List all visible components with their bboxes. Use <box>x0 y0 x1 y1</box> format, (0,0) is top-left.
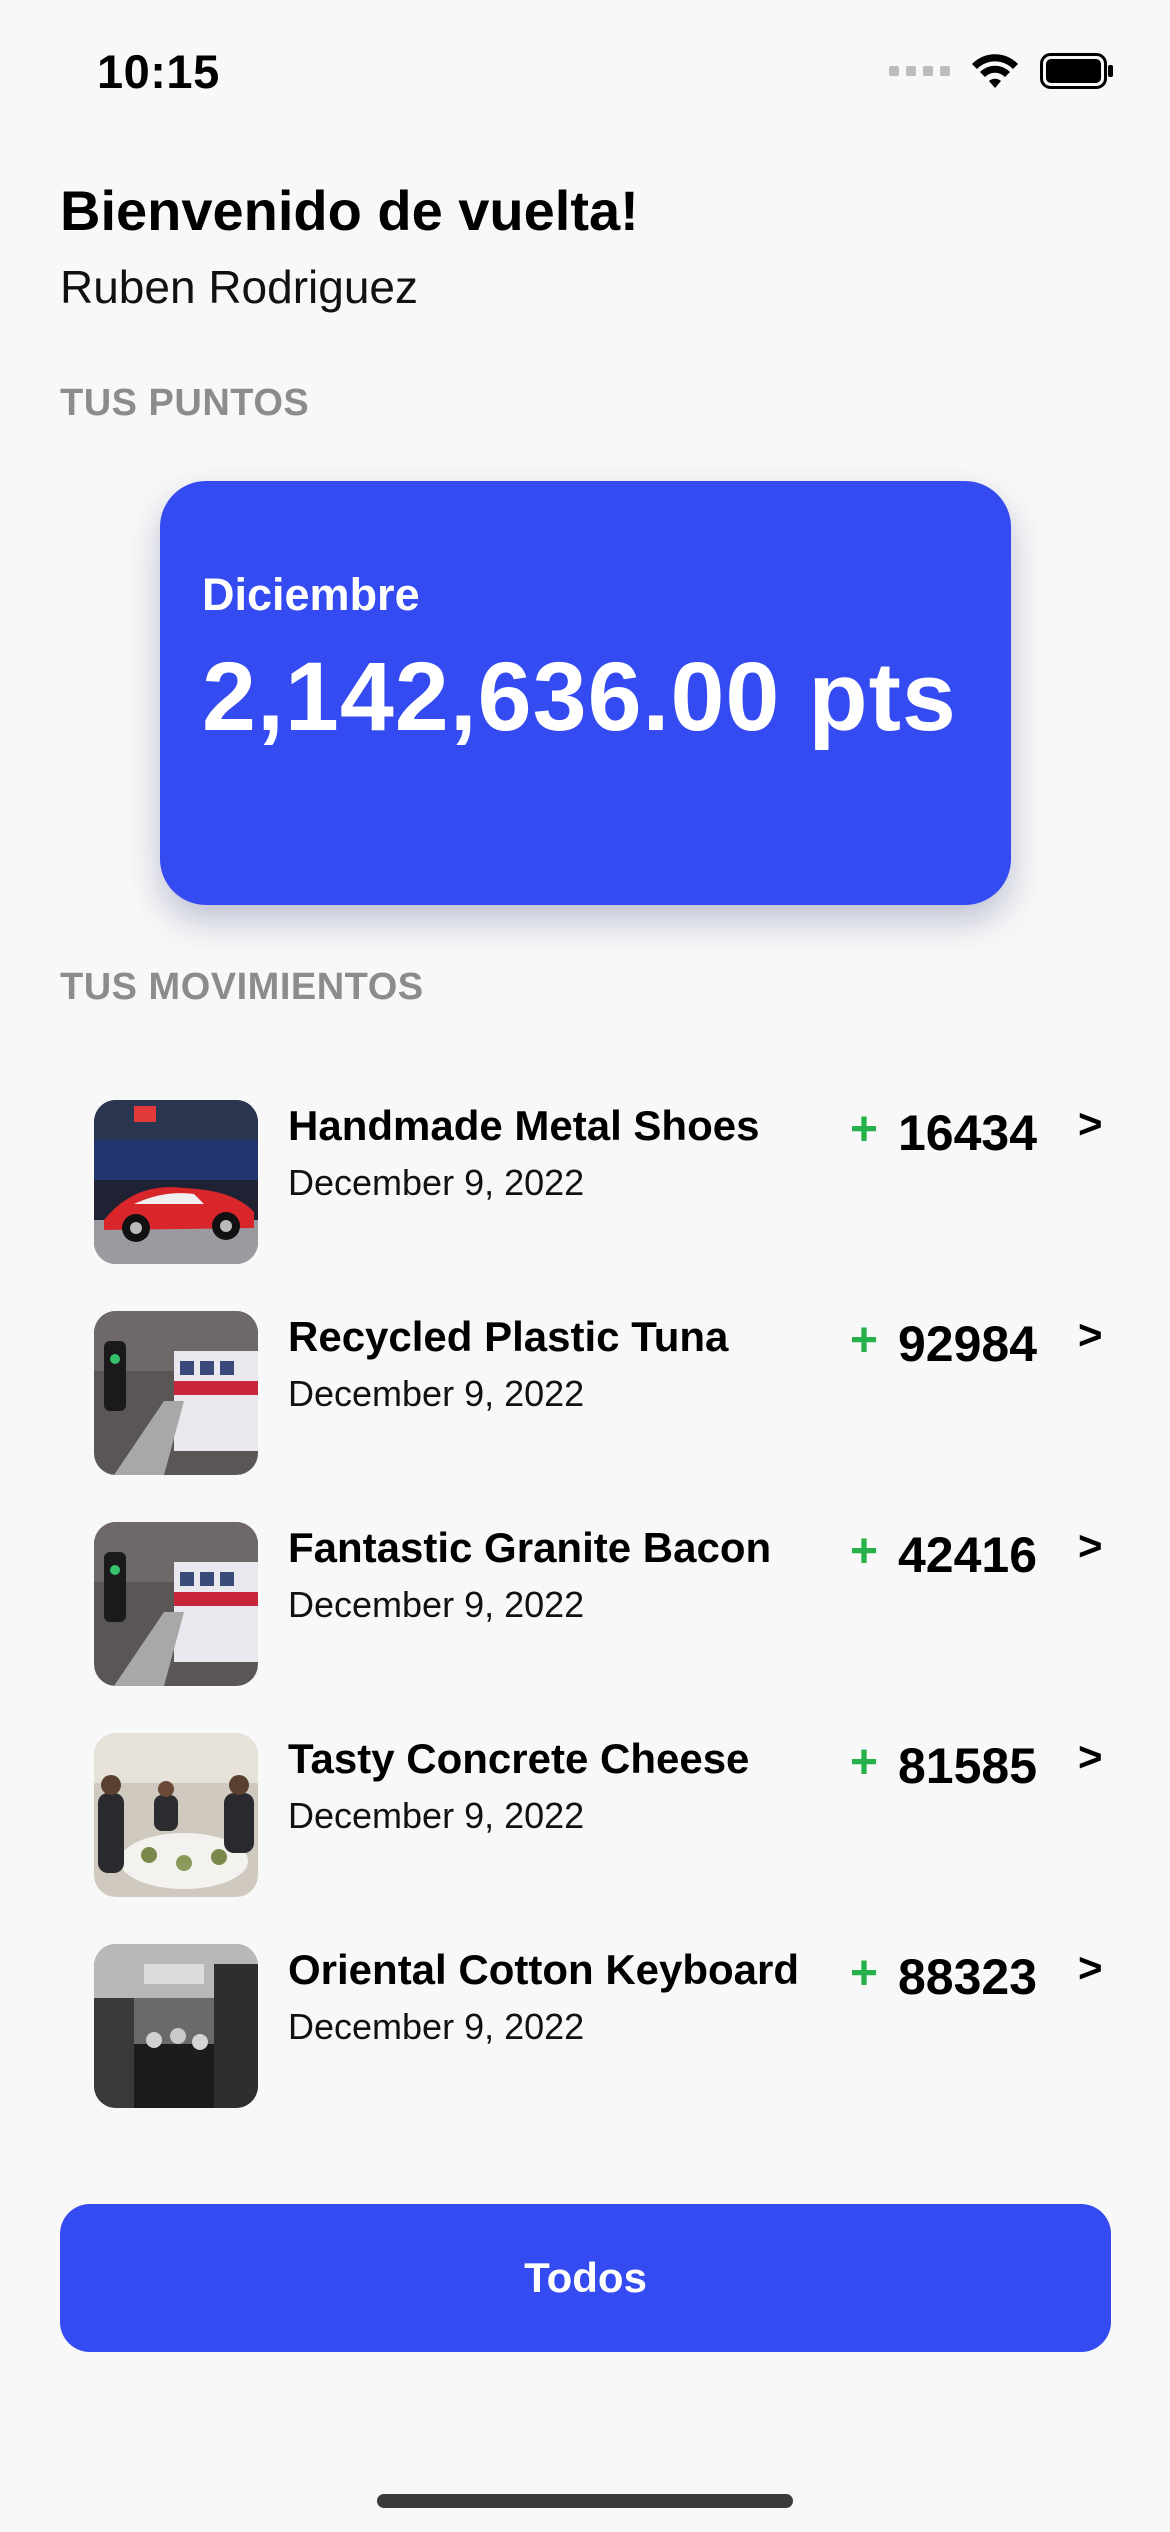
plus-sign: + <box>850 1525 879 1578</box>
points-value: 2,142,636.00 pts <box>202 642 957 751</box>
greeting-title: Bienvenido de vuelta! <box>60 179 639 242</box>
plus-sign: + <box>850 1736 879 1789</box>
all-movements-button[interactable]: Todos <box>60 2204 1111 2352</box>
movement-row[interactable]: Tasty Concrete Cheese December 9, 2022 +… <box>94 1733 1124 1897</box>
plus-sign: + <box>850 1947 879 2000</box>
movement-title: Tasty Concrete Cheese <box>288 1735 750 1782</box>
movement-title: Fantastic Granite Bacon <box>288 1524 772 1571</box>
chevron-right-icon[interactable]: > <box>1078 1522 1103 1570</box>
movement-amount: 88323 <box>898 1949 1038 2005</box>
movement-amount: 42416 <box>898 1527 1038 1583</box>
chevron-right-icon[interactable]: > <box>1078 1733 1103 1781</box>
plus-sign: + <box>850 1314 879 1367</box>
points-month: Diciembre <box>202 569 420 620</box>
movements-section-label: TUS MOVIMIENTOS <box>60 966 424 1008</box>
points-card[interactable]: Diciembre 2,142,636.00 pts <box>160 481 1011 905</box>
movement-title: Handmade Metal Shoes <box>288 1102 760 1149</box>
user-name: Ruben Rodriguez <box>60 261 419 313</box>
movement-row[interactable]: Recycled Plastic Tuna December 9, 2022 +… <box>94 1311 1124 1475</box>
movement-title: Recycled Plastic Tuna <box>288 1313 729 1360</box>
home-indicator[interactable] <box>377 2494 793 2508</box>
plus-sign: + <box>850 1103 879 1156</box>
status-time: 10:15 <box>97 45 220 98</box>
movement-amount: 81585 <box>898 1738 1038 1794</box>
status-icons <box>889 52 1114 90</box>
movement-date: December 9, 2022 <box>288 1162 585 1203</box>
movement-row[interactable]: Handmade Metal Shoes December 9, 2022 + … <box>94 1100 1124 1264</box>
chevron-right-icon[interactable]: > <box>1078 1311 1103 1359</box>
movement-thumbnail <box>94 1522 258 1686</box>
movement-amount: 92984 <box>898 1316 1038 1372</box>
cellular-icon <box>889 66 950 76</box>
movement-title: Oriental Cotton Keyboard <box>288 1946 800 1993</box>
movement-date: December 9, 2022 <box>288 2006 585 2047</box>
movement-date: December 9, 2022 <box>288 1795 585 1836</box>
movement-thumbnail <box>94 1944 258 2108</box>
movement-date: December 9, 2022 <box>288 1584 585 1625</box>
screen: 10:15 Bienvenido de vuelta! Ruben Rodrig… <box>0 0 1170 2532</box>
movement-thumbnail <box>94 1100 258 1264</box>
movement-date: December 9, 2022 <box>288 1373 585 1414</box>
movement-thumbnail <box>94 1733 258 1897</box>
movement-row[interactable]: Oriental Cotton Keyboard December 9, 202… <box>94 1944 1124 2108</box>
chevron-right-icon[interactable]: > <box>1078 1944 1103 1992</box>
wifi-icon <box>972 54 1018 88</box>
battery-icon <box>1040 53 1113 89</box>
points-section-label: TUS PUNTOS <box>60 382 310 424</box>
chevron-right-icon[interactable]: > <box>1078 1100 1103 1148</box>
movement-row[interactable]: Fantastic Granite Bacon December 9, 2022… <box>94 1522 1124 1686</box>
movement-thumbnail <box>94 1311 258 1475</box>
movement-amount: 16434 <box>898 1105 1038 1161</box>
